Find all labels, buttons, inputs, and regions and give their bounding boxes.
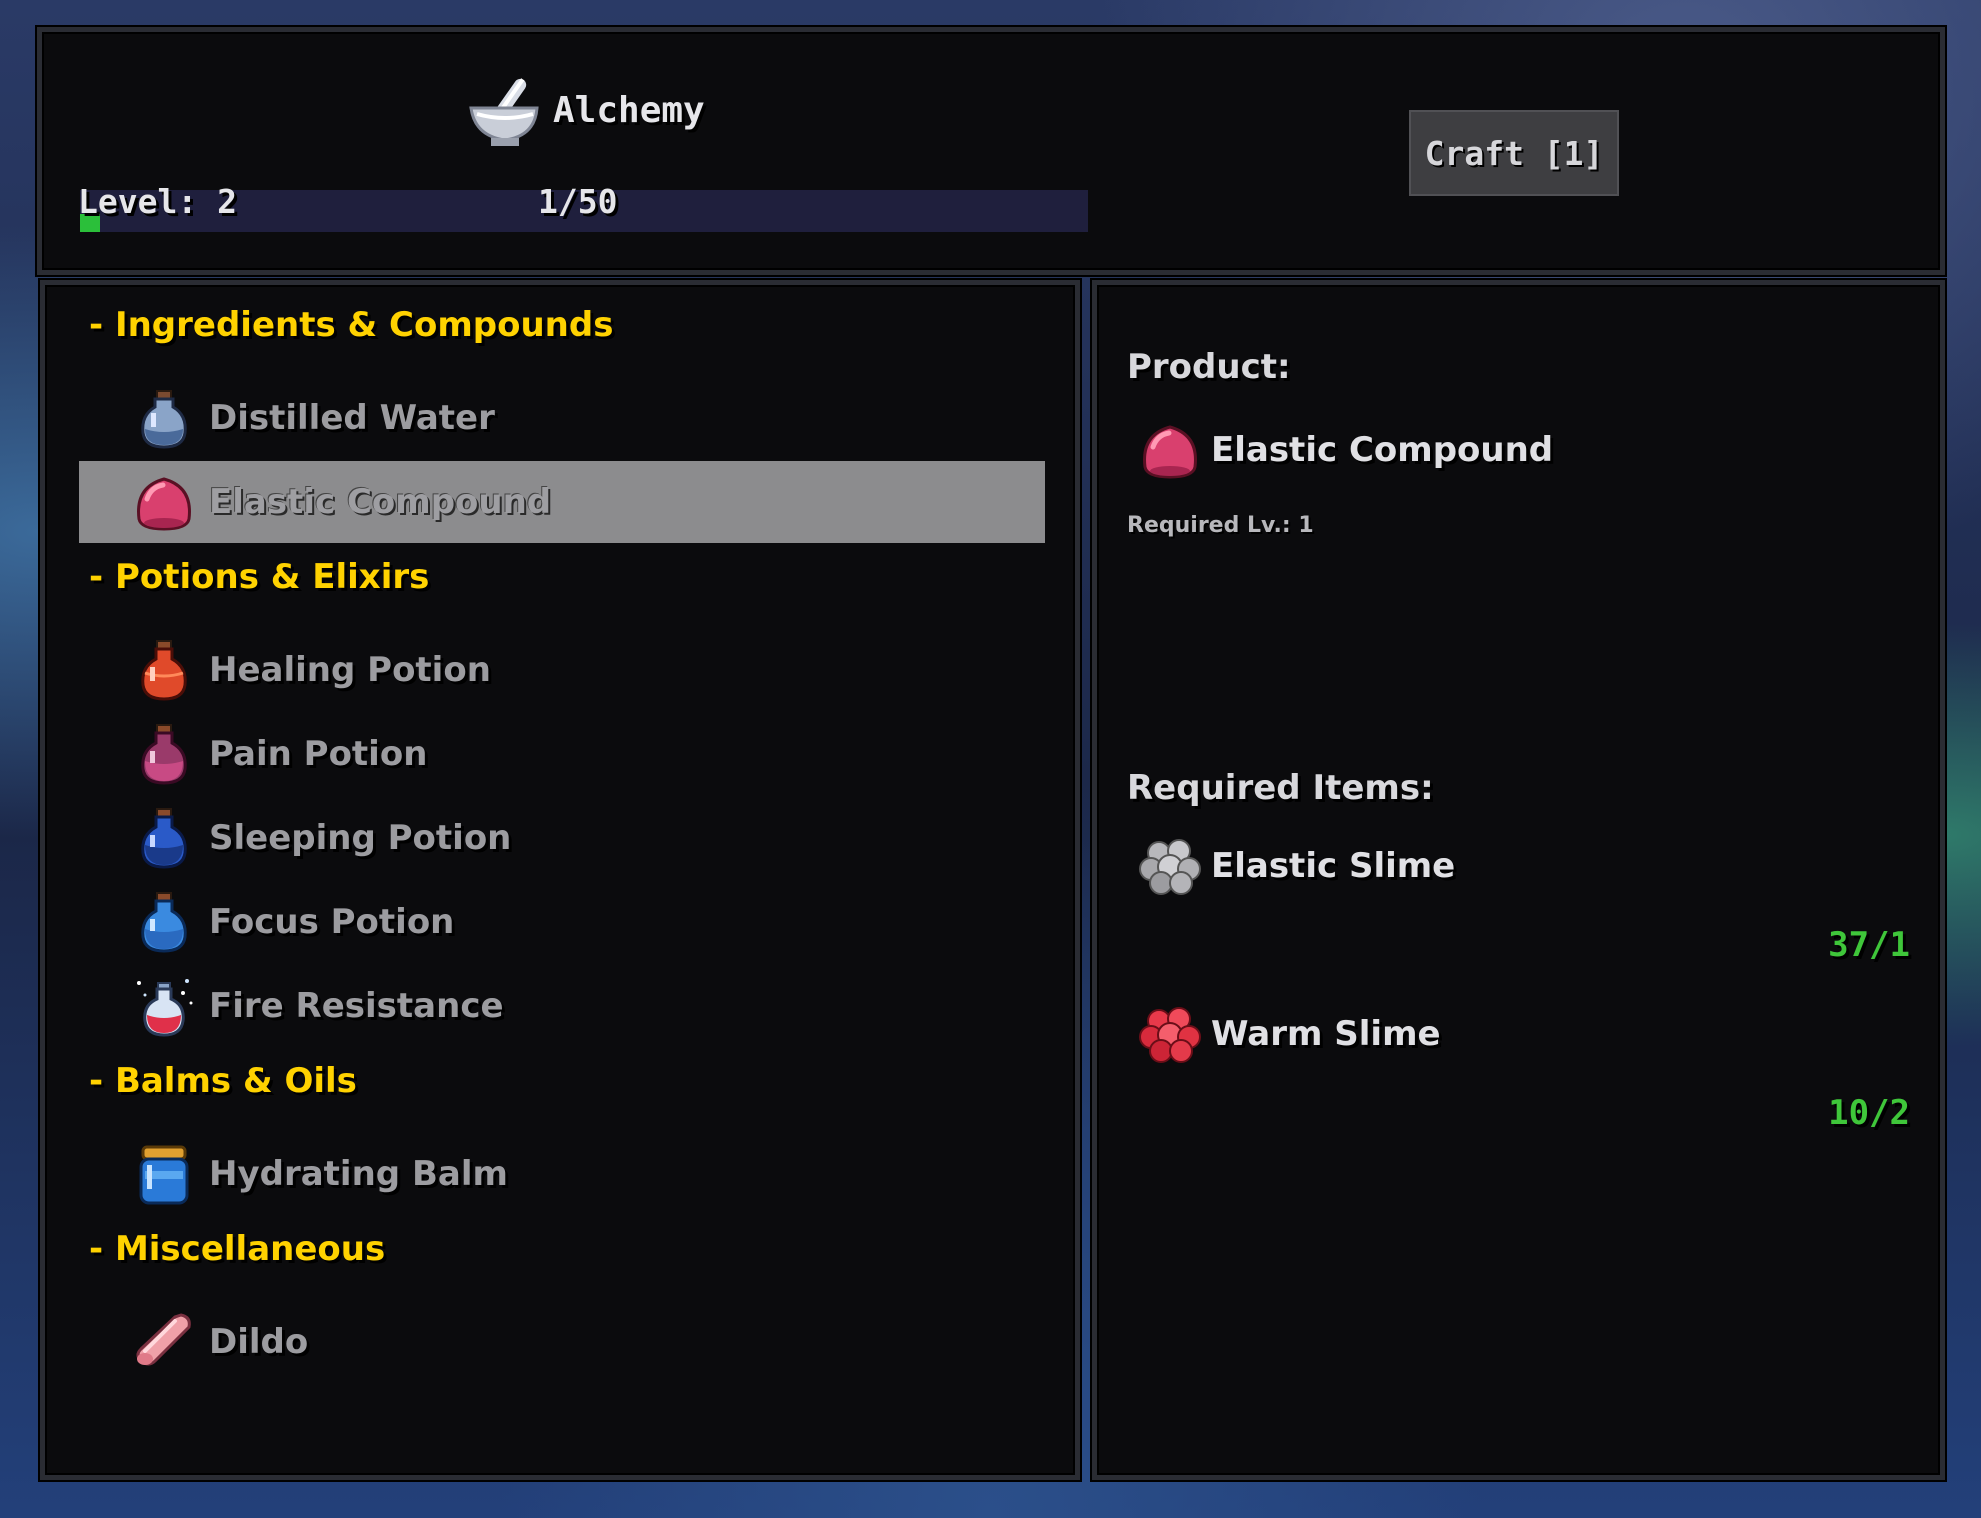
recipe-list-panel: - Ingredients & Compounds Distilled Water…	[40, 280, 1080, 1480]
recipe-item-label: Focus Potion	[209, 902, 455, 942]
recipe-item[interactable]: Healing Potion	[79, 629, 1045, 711]
craft-button[interactable]: Craft [1]	[1409, 110, 1619, 196]
sparkling-red-potion-icon	[137, 979, 193, 1037]
blue-potion-icon	[141, 808, 187, 869]
recipe-item-label: Dildo	[209, 1322, 309, 1362]
category-header[interactable]: - Balms & Oils	[89, 1051, 357, 1111]
title-text: Alchemy	[553, 89, 705, 131]
recipe-item[interactable]: Focus Potion	[79, 881, 1045, 963]
product-name: Elastic Compound	[1211, 430, 1554, 470]
purple-potion-icon	[141, 724, 187, 785]
recipe-item[interactable]: Pain Potion	[79, 713, 1045, 795]
grey-slime-icon	[1139, 839, 1201, 895]
category-header[interactable]: - Potions & Elixirs	[89, 547, 429, 607]
balm-jar-icon	[139, 1145, 189, 1205]
recipe-item[interactable]: Fire Resistance	[79, 965, 1045, 1047]
recipe-item-label: Healing Potion	[209, 650, 491, 690]
requirement-item: Warm Slime	[1137, 1001, 1441, 1067]
water-flask-icon	[141, 390, 187, 449]
recipe-details-panel: Product: Elastic Compound Required Lv.: …	[1092, 280, 1945, 1480]
recipe-item[interactable]: Elastic Compound	[79, 461, 1045, 543]
required-level: Required Lv.: 1	[1127, 513, 1314, 538]
header-panel: Alchemy Level: 2 1/50 Craft [1]	[37, 27, 1945, 275]
requirement-name: Elastic Slime	[1211, 846, 1456, 886]
recipe-item-label: Hydrating Balm	[209, 1154, 508, 1194]
product-item: Elastic Compound	[1137, 417, 1553, 483]
pink-rod-icon	[136, 1313, 191, 1366]
required-items-heading: Required Items:	[1127, 768, 1434, 808]
requirement-item: Elastic Slime	[1137, 833, 1455, 899]
pink-gel-icon	[137, 477, 191, 531]
product-heading: Product:	[1127, 347, 1291, 387]
mortar-pestle-icon	[469, 78, 539, 146]
recipe-item[interactable]: Hydrating Balm	[79, 1133, 1045, 1215]
category-header[interactable]: - Miscellaneous	[89, 1219, 385, 1279]
title: Alchemy	[465, 70, 705, 150]
requirement-name: Warm Slime	[1211, 1014, 1441, 1054]
recipe-item-label: Pain Potion	[209, 734, 428, 774]
recipe-item-label: Fire Resistance	[209, 986, 504, 1026]
recipe-item[interactable]: Dildo	[79, 1301, 1045, 1383]
light-blue-potion-icon	[141, 892, 187, 953]
recipe-item[interactable]: Distilled Water	[79, 377, 1045, 459]
category-header[interactable]: - Ingredients & Compounds	[89, 295, 613, 355]
requirement-count: 10/2	[1828, 1093, 1910, 1133]
recipe-item[interactable]: Sleeping Potion	[79, 797, 1045, 879]
recipe-item-label: Sleeping Potion	[209, 818, 512, 858]
level-progress-text: 1/50	[538, 182, 618, 221]
requirement-count: 37/1	[1828, 925, 1910, 965]
pink-gel-icon	[1143, 425, 1197, 479]
recipe-item-label: Distilled Water	[209, 398, 495, 438]
level-label: Level: 2	[78, 182, 237, 221]
red-slime-icon	[1139, 1007, 1201, 1063]
red-potion-icon	[141, 640, 187, 701]
recipe-item-label: Elastic Compound	[209, 482, 552, 522]
